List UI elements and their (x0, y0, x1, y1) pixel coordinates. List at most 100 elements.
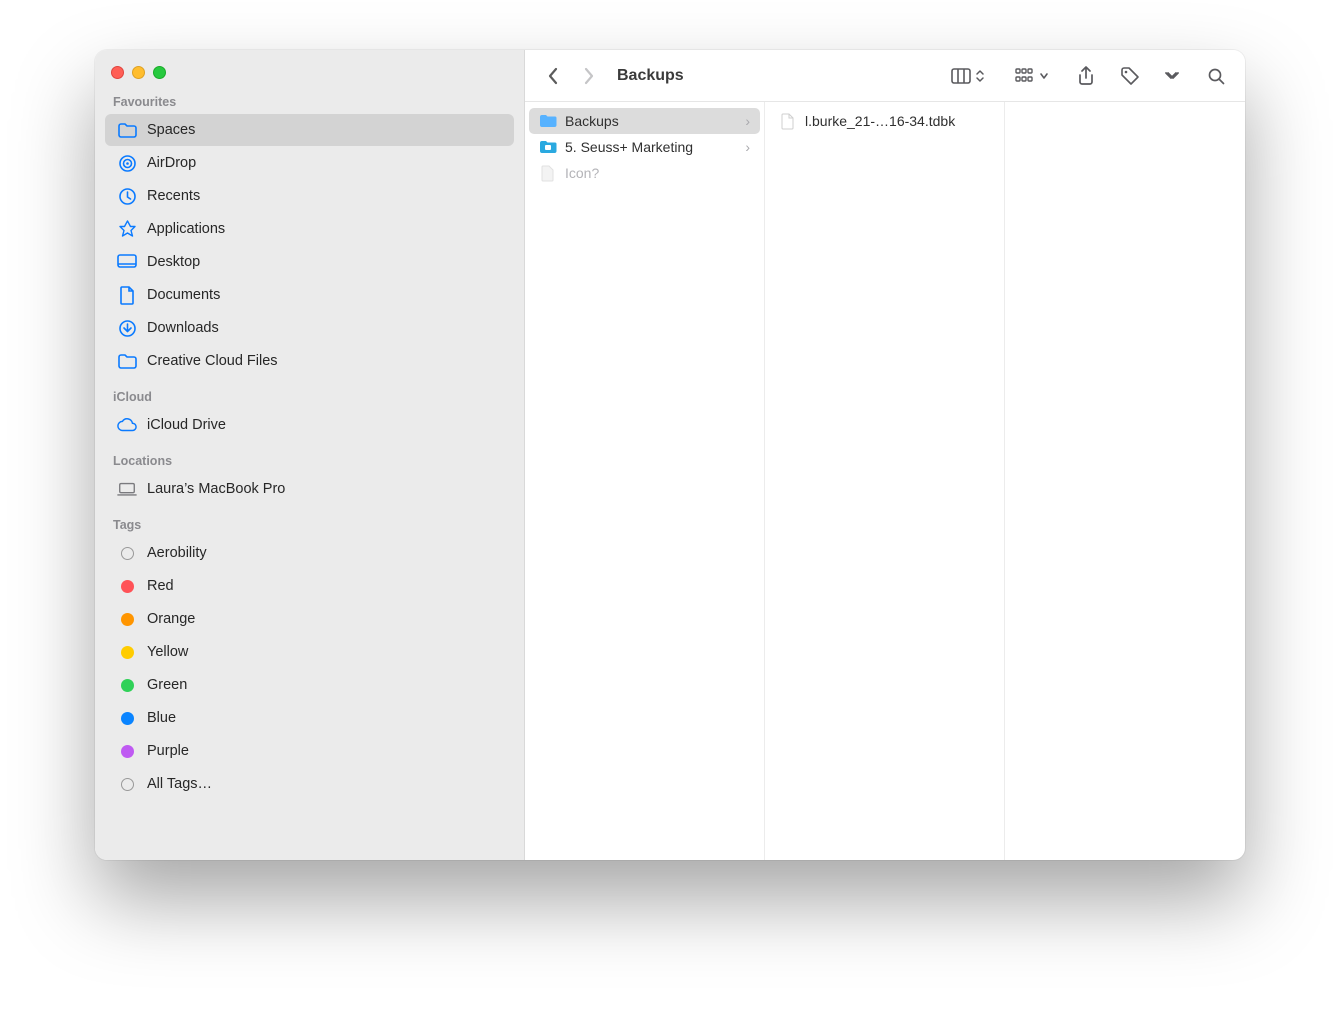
sidebar-item-label: Creative Cloud Files (147, 352, 278, 371)
file-row[interactable]: Backups › (529, 108, 760, 134)
file-row[interactable]: l.burke_21-…16-34.tdbk (769, 108, 1000, 134)
sidebar-tag-blue[interactable]: Blue (105, 702, 514, 734)
forward-button[interactable] (575, 62, 603, 90)
laptop-icon (117, 479, 137, 499)
sidebar-item-label: Purple (147, 742, 189, 761)
tag-dot-icon (121, 778, 134, 791)
tags-button[interactable] (1115, 61, 1145, 91)
zoom-window-button[interactable] (153, 66, 166, 79)
cloud-icon (117, 415, 137, 435)
sidebar-item-label: All Tags… (147, 775, 212, 794)
tag-dot-icon (121, 745, 134, 758)
tag-color-icon (117, 774, 137, 794)
sidebar-tag-orange[interactable]: Orange (105, 603, 514, 635)
tag-color-icon (117, 576, 137, 596)
folder-blue-icon (539, 112, 557, 130)
folder-icon (117, 120, 137, 140)
column-view: Backups › 5. Seuss+ Marketing › Icon? l.burk… (525, 102, 1245, 860)
file-name: Icon? (565, 165, 750, 181)
sidebar-item-label: Documents (147, 286, 220, 305)
column-3 (1005, 102, 1245, 860)
column-2: l.burke_21-…16-34.tdbk (765, 102, 1005, 860)
sidebar-item-label: iCloud Drive (147, 416, 226, 435)
sidebar-item-label: Spaces (147, 121, 195, 140)
airdrop-icon (117, 153, 137, 173)
tag-color-icon (117, 642, 137, 662)
sidebar-item-label: Blue (147, 709, 176, 728)
sidebar-item-label: Green (147, 676, 187, 695)
sidebar-item-spaces[interactable]: Spaces (105, 114, 514, 146)
overflow-button[interactable] (1157, 61, 1187, 91)
close-window-button[interactable] (111, 66, 124, 79)
back-button[interactable] (539, 62, 567, 90)
file-name: Backups (565, 113, 737, 129)
window-controls (101, 60, 518, 93)
sidebar-item-label: Aerobility (147, 544, 207, 563)
share-button[interactable] (1071, 61, 1101, 91)
sidebar-tag-red[interactable]: Red (105, 570, 514, 602)
sidebar-item-label: AirDrop (147, 154, 196, 173)
sidebar-item-airdrop[interactable]: AirDrop (105, 147, 514, 179)
file-name: l.burke_21-…16-34.tdbk (805, 113, 990, 129)
minimize-window-button[interactable] (132, 66, 145, 79)
download-icon (117, 318, 137, 338)
file-name: 5. Seuss+ Marketing (565, 139, 737, 155)
chevron-right-icon: › (745, 139, 750, 155)
sidebar-header-locations: Locations (101, 442, 518, 472)
tag-dot-icon (121, 580, 134, 593)
sidebar-item-downloads[interactable]: Downloads (105, 312, 514, 344)
sidebar: Favourites Spaces AirDrop Recents Applicati… (95, 50, 525, 860)
sidebar-item-desktop[interactable]: Desktop (105, 246, 514, 278)
group-by-button[interactable] (1011, 61, 1053, 91)
column-1: Backups › 5. Seuss+ Marketing › Icon? (525, 102, 765, 860)
file-row[interactable]: Icon? (529, 160, 760, 186)
clock-icon (117, 186, 137, 206)
sidebar-item-creative-cloud-files[interactable]: Creative Cloud Files (105, 345, 514, 377)
sidebar-item-label: Orange (147, 610, 195, 629)
search-button[interactable] (1201, 61, 1231, 91)
toolbar: Backups (525, 50, 1245, 102)
sidebar-item-recents[interactable]: Recents (105, 180, 514, 212)
sidebar-item-label: Red (147, 577, 174, 596)
tag-color-icon (117, 609, 137, 629)
folder-icon (117, 351, 137, 371)
sidebar-item-label: Recents (147, 187, 200, 206)
chevron-right-icon: › (745, 113, 750, 129)
folder-thing-icon (539, 138, 557, 156)
sidebar-item-icloud-drive[interactable]: iCloud Drive (105, 409, 514, 441)
sidebar-tag-all-tags-[interactable]: All Tags… (105, 768, 514, 800)
file-dim-icon (539, 164, 557, 182)
sidebar-tag-purple[interactable]: Purple (105, 735, 514, 767)
view-mode-button[interactable] (947, 61, 989, 91)
sidebar-item-documents[interactable]: Documents (105, 279, 514, 311)
tag-dot-icon (121, 547, 134, 560)
sidebar-item-label: Desktop (147, 253, 200, 272)
desktop-icon (117, 252, 137, 272)
main-area: Backups (525, 50, 1245, 860)
sidebar-header-tags: Tags (101, 506, 518, 536)
tag-dot-icon (121, 613, 134, 626)
sidebar-item-label: Yellow (147, 643, 188, 662)
tag-color-icon (117, 543, 137, 563)
tag-color-icon (117, 675, 137, 695)
sidebar-tag-aerobility[interactable]: Aerobility (105, 537, 514, 569)
sidebar-item-label: Applications (147, 220, 225, 239)
tag-dot-icon (121, 646, 134, 659)
tag-color-icon (117, 741, 137, 761)
sidebar-header-icloud: iCloud (101, 378, 518, 408)
sidebar-header-favourites: Favourites (101, 93, 518, 113)
sidebar-tag-yellow[interactable]: Yellow (105, 636, 514, 668)
apps-icon (117, 219, 137, 239)
tag-color-icon (117, 708, 137, 728)
sidebar-item-this-mac[interactable]: Laura’s MacBook Pro (105, 473, 514, 505)
file-icon (779, 112, 797, 130)
tag-dot-icon (121, 679, 134, 692)
sidebar-item-label: Laura’s MacBook Pro (147, 480, 285, 499)
sidebar-tag-green[interactable]: Green (105, 669, 514, 701)
sidebar-item-applications[interactable]: Applications (105, 213, 514, 245)
tag-dot-icon (121, 712, 134, 725)
finder-window: Favourites Spaces AirDrop Recents Applicati… (95, 50, 1245, 860)
file-row[interactable]: 5. Seuss+ Marketing › (529, 134, 760, 160)
sidebar-item-label: Downloads (147, 319, 219, 338)
window-title: Backups (617, 67, 684, 85)
